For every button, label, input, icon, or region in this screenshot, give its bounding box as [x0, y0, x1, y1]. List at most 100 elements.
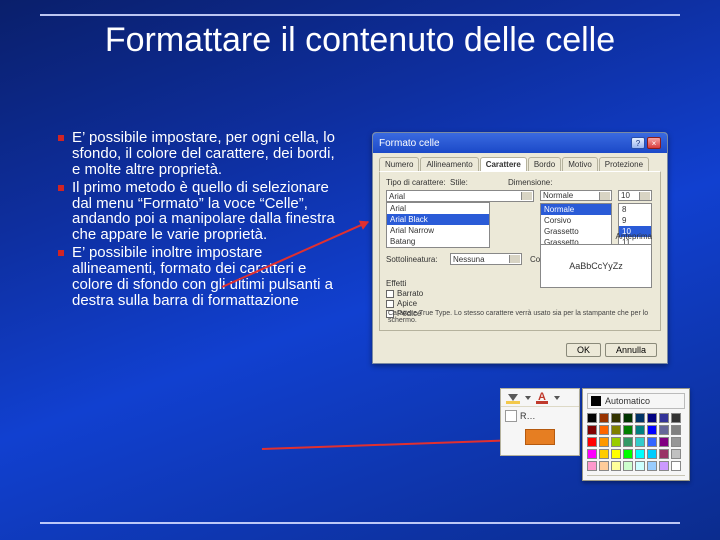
color-swatch[interactable] — [647, 437, 657, 447]
size-combo[interactable]: 10 — [618, 190, 652, 201]
font-color-button[interactable]: A — [533, 391, 551, 405]
tab-border[interactable]: Bordo — [528, 157, 561, 171]
color-swatch[interactable] — [587, 413, 597, 423]
color-swatch[interactable] — [635, 449, 645, 459]
list-item[interactable]: Batang — [387, 236, 489, 247]
list-item[interactable]: Arial Narrow — [387, 225, 489, 236]
size-listbox[interactable]: 8 9 10 11 — [618, 203, 652, 249]
color-swatch[interactable] — [671, 461, 681, 471]
tab-font[interactable]: Carattere — [480, 157, 527, 171]
effect-label: Barrato — [397, 289, 423, 298]
list-item[interactable]: Grassetto — [541, 226, 611, 237]
color-swatch[interactable] — [659, 437, 669, 447]
color-swatch[interactable] — [635, 425, 645, 435]
rule-bottom — [40, 522, 680, 524]
color-swatch[interactable] — [611, 437, 621, 447]
list-item[interactable]: Corsivo — [541, 215, 611, 226]
strike-checkbox[interactable] — [386, 290, 394, 298]
style-listbox[interactable]: Normale Corsivo Grassetto Grassetto Cors… — [540, 203, 612, 249]
label-size: Dimensione: — [508, 178, 552, 187]
help-button[interactable]: ? — [631, 137, 645, 149]
fill-color-dropdown-icon[interactable] — [525, 396, 531, 400]
color-picker-popup: Automatico — [582, 388, 690, 481]
color-swatch[interactable] — [623, 449, 633, 459]
label-style: Stile: — [450, 178, 504, 187]
automatic-color-button[interactable]: Automatico — [587, 393, 685, 409]
color-swatch[interactable] — [599, 425, 609, 435]
color-swatch[interactable] — [611, 449, 621, 459]
color-swatch[interactable] — [599, 413, 609, 423]
color-swatch[interactable] — [623, 437, 633, 447]
list-item[interactable]: Normale — [541, 204, 611, 215]
font-combo[interactable]: Arial — [386, 190, 534, 202]
color-swatch[interactable] — [671, 437, 681, 447]
label-preview: Anteprima — [616, 232, 652, 241]
dialog-info-text: Carattere True Type. Lo stesso carattere… — [388, 310, 652, 324]
color-swatch[interactable] — [611, 425, 621, 435]
color-swatch[interactable] — [623, 413, 633, 423]
style-combo[interactable]: Normale — [540, 190, 612, 201]
bullet-item: Il primo metodo è quello di selezionare … — [58, 180, 338, 244]
color-swatch[interactable] — [623, 425, 633, 435]
color-swatch[interactable] — [647, 425, 657, 435]
color-swatch[interactable] — [587, 425, 597, 435]
underline-combo[interactable]: Nessuna — [450, 253, 522, 265]
color-swatch[interactable] — [659, 413, 669, 423]
tab-pattern[interactable]: Motivo — [562, 157, 598, 171]
formatting-toolbar: A R… — [500, 388, 580, 456]
label-underline: Sottolineatura: — [386, 255, 446, 264]
rule-top — [40, 14, 680, 16]
font-preview: AaBbCcYyZz — [540, 244, 652, 288]
tab-number[interactable]: Numero — [379, 157, 419, 171]
color-swatch[interactable] — [599, 461, 609, 471]
color-swatch[interactable] — [587, 461, 597, 471]
effect-label: Apice — [397, 299, 417, 308]
pointer-arrow — [262, 439, 510, 450]
list-item[interactable]: Arial — [387, 203, 489, 214]
close-button[interactable]: × — [647, 137, 661, 149]
color-swatch[interactable] — [671, 413, 681, 423]
color-swatch[interactable] — [611, 413, 621, 423]
cancel-button[interactable]: Annulla — [605, 343, 657, 357]
dialog-body: Tipo di carattere: Stile: Dimensione: Ar… — [379, 171, 661, 331]
dialog-title: Formato celle — [379, 138, 440, 149]
ok-button[interactable]: OK — [566, 343, 601, 357]
list-item[interactable]: 8 — [619, 204, 651, 215]
color-swatch[interactable] — [671, 425, 681, 435]
list-item[interactable]: 9 — [619, 215, 651, 226]
format-cells-dialog: Formato celle ? × Numero Allineamento Ca… — [372, 132, 668, 364]
list-item[interactable]: Arial Black — [387, 214, 489, 225]
label-font: Tipo di carattere: — [386, 178, 446, 187]
dialog-titlebar: Formato celle ? × — [373, 133, 667, 153]
separator — [587, 475, 685, 476]
toolbar-swatch[interactable] — [505, 410, 517, 422]
dialog-tabs: Numero Allineamento Carattere Bordo Moti… — [373, 153, 667, 171]
color-swatch[interactable] — [587, 449, 597, 459]
color-swatch[interactable] — [635, 437, 645, 447]
color-palette — [587, 413, 685, 471]
superscript-checkbox[interactable] — [386, 300, 394, 308]
color-swatch[interactable] — [587, 437, 597, 447]
color-swatch[interactable] — [599, 449, 609, 459]
font-color-dropdown-icon[interactable] — [554, 396, 560, 400]
color-swatch[interactable] — [659, 461, 669, 471]
color-swatch[interactable] — [611, 461, 621, 471]
color-swatch[interactable] — [635, 413, 645, 423]
fill-color-button[interactable] — [504, 391, 522, 405]
tab-alignment[interactable]: Allineamento — [420, 157, 478, 171]
color-swatch[interactable] — [599, 437, 609, 447]
tab-protection[interactable]: Protezione — [599, 157, 649, 171]
color-swatch[interactable] — [647, 413, 657, 423]
color-swatch[interactable] — [659, 425, 669, 435]
formatting-toolbar-area: A R… Automatico — [500, 388, 694, 522]
color-swatch[interactable] — [623, 461, 633, 471]
color-swatch[interactable] — [647, 461, 657, 471]
bullet-item: E’ possibile impostare, per ogni cella, … — [58, 130, 338, 178]
color-swatch[interactable] — [647, 449, 657, 459]
color-swatch[interactable] — [659, 449, 669, 459]
color-swatch[interactable] — [671, 449, 681, 459]
color-swatch[interactable] — [635, 461, 645, 471]
toolbar-sample-swatch — [525, 429, 555, 445]
font-listbox[interactable]: Arial Arial Black Arial Narrow Batang — [386, 202, 490, 248]
swatch-icon — [591, 396, 601, 406]
